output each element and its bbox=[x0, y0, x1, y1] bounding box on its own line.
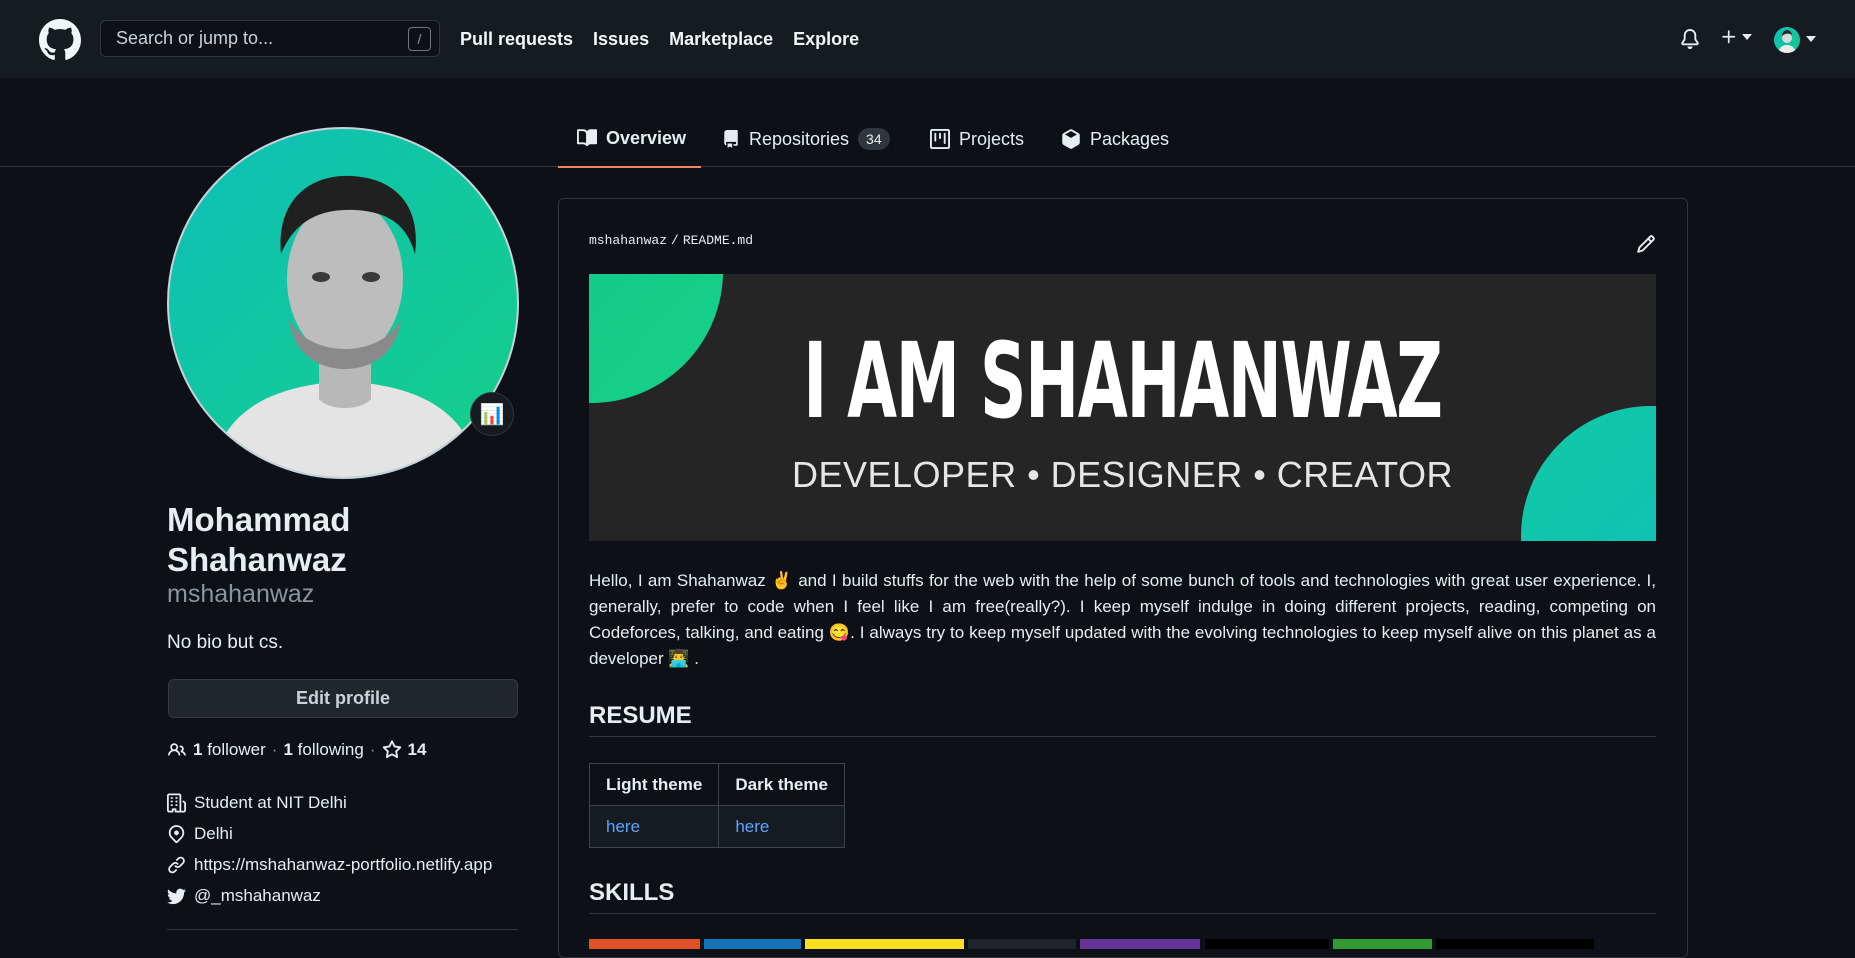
skill-badge bbox=[1205, 939, 1329, 949]
banner-title: I AM SHAHANWAZ bbox=[803, 320, 1443, 442]
profile-location: Delhi bbox=[167, 824, 233, 844]
twitter-icon bbox=[167, 888, 186, 904]
location-pin-icon bbox=[168, 825, 185, 843]
global-header: / Pull requests Issues Marketplace Explo… bbox=[0, 0, 1855, 78]
star-icon bbox=[382, 740, 401, 759]
profile-username: mshahanwaz bbox=[167, 580, 315, 608]
create-new-dropdown[interactable] bbox=[1720, 28, 1752, 46]
repo-icon bbox=[724, 130, 738, 148]
profile-bio: No bio but cs. bbox=[167, 632, 284, 653]
profile-website[interactable]: https://mshahanwaz-portfolio.netlify.app bbox=[167, 855, 492, 875]
tab-repositories[interactable]: Repositories 34 bbox=[722, 110, 890, 168]
following-link[interactable]: 1 following bbox=[283, 740, 363, 760]
plus-icon bbox=[1722, 30, 1736, 44]
skill-badge bbox=[704, 939, 801, 949]
skill-badge bbox=[968, 939, 1076, 949]
chevron-down-icon[interactable] bbox=[1806, 36, 1816, 42]
skill-badge bbox=[1333, 939, 1432, 949]
profile-avatar[interactable] bbox=[167, 127, 519, 479]
profile-company: Student at NIT Delhi bbox=[167, 793, 347, 813]
banner-subtitle: DEVELOPER • DESIGNER • CREATOR bbox=[791, 454, 1453, 495]
search-shortcut-key: / bbox=[408, 27, 431, 51]
twitter-handle[interactable]: @_mshahanwaz bbox=[194, 886, 321, 906]
skill-badge bbox=[805, 939, 964, 949]
tab-packages[interactable]: Packages bbox=[1061, 110, 1169, 168]
resume-table: Light theme Dark theme here here bbox=[588, 763, 845, 848]
readme-intro-paragraph: Hello, I am Shahanwaz ✌️ and I build stu… bbox=[589, 571, 1656, 668]
table-header-row: Light theme Dark theme bbox=[588, 763, 845, 806]
people-icon bbox=[168, 743, 186, 756]
edit-profile-button[interactable]: Edit profile bbox=[168, 679, 518, 718]
readme-path: mshahanwaz / README.md bbox=[589, 233, 754, 248]
followers-link[interactable]: 1 follower bbox=[193, 740, 266, 760]
organization-icon bbox=[167, 793, 186, 813]
github-logo-icon[interactable] bbox=[39, 19, 81, 61]
nav-pull-requests[interactable]: Pull requests bbox=[460, 29, 573, 50]
readme-owner-link[interactable]: mshahanwaz bbox=[589, 233, 667, 248]
website-link[interactable]: https://mshahanwaz-portfolio.netlify.app bbox=[194, 855, 492, 875]
repositories-count-badge: 34 bbox=[858, 128, 890, 150]
readme-banner-image: I AM SHAHANWAZ DEVELOPER • DESIGNER • CR… bbox=[589, 274, 1656, 541]
edit-pencil-icon[interactable] bbox=[1636, 234, 1656, 254]
search-box[interactable]: / bbox=[100, 20, 440, 57]
table-header-light: Light theme bbox=[588, 763, 720, 806]
chevron-down-icon bbox=[1742, 34, 1752, 40]
nav-issues[interactable]: Issues bbox=[593, 29, 649, 50]
nav-explore[interactable]: Explore bbox=[793, 29, 859, 50]
tab-overview-label: Overview bbox=[606, 127, 687, 148]
sidebar-divider bbox=[167, 929, 518, 930]
company-text: Student at NIT Delhi bbox=[194, 793, 347, 812]
resume-light-link[interactable]: here bbox=[606, 817, 640, 836]
notifications-bell-icon[interactable] bbox=[1680, 28, 1700, 50]
skill-badge bbox=[589, 939, 700, 949]
profile-photo-icon bbox=[209, 175, 481, 477]
tab-overview[interactable]: Overview bbox=[558, 110, 701, 168]
nav-marketplace[interactable]: Marketplace bbox=[669, 29, 773, 50]
header-nav: Pull requests Issues Marketplace Explore bbox=[460, 0, 859, 78]
avatar-image-icon bbox=[1778, 30, 1796, 53]
skill-badge bbox=[1080, 939, 1200, 949]
user-avatar-menu[interactable] bbox=[1774, 27, 1800, 53]
follow-stats: 1 follower · 1 following · 14 bbox=[167, 740, 426, 760]
tab-repositories-label: Repositories bbox=[749, 128, 850, 149]
table-header-dark: Dark theme bbox=[718, 763, 845, 806]
profile-twitter[interactable]: @_mshahanwaz bbox=[167, 886, 321, 906]
skill-badge bbox=[1436, 939, 1594, 949]
table-row: here here bbox=[588, 805, 845, 848]
resume-heading: RESUME bbox=[589, 702, 1656, 737]
stars-link[interactable]: 14 bbox=[382, 740, 426, 760]
resume-dark-link[interactable]: here bbox=[735, 817, 769, 836]
book-icon bbox=[577, 129, 597, 147]
tab-projects[interactable]: Projects bbox=[930, 110, 1024, 168]
status-emoji-button[interactable]: 📊 bbox=[470, 392, 514, 436]
readme-file-link[interactable]: README.md bbox=[683, 233, 753, 248]
package-icon bbox=[1062, 129, 1080, 149]
banner-circle-top-left bbox=[589, 274, 723, 403]
skills-heading: SKILLS bbox=[589, 879, 1656, 914]
location-text: Delhi bbox=[194, 824, 233, 843]
link-icon bbox=[168, 856, 185, 874]
tab-packages-label: Packages bbox=[1090, 128, 1170, 149]
profile-fullname: Mohammad Shahanwaz bbox=[167, 501, 351, 578]
project-board-icon bbox=[930, 129, 950, 149]
search-input[interactable] bbox=[116, 28, 396, 49]
tab-projects-label: Projects bbox=[959, 128, 1025, 149]
